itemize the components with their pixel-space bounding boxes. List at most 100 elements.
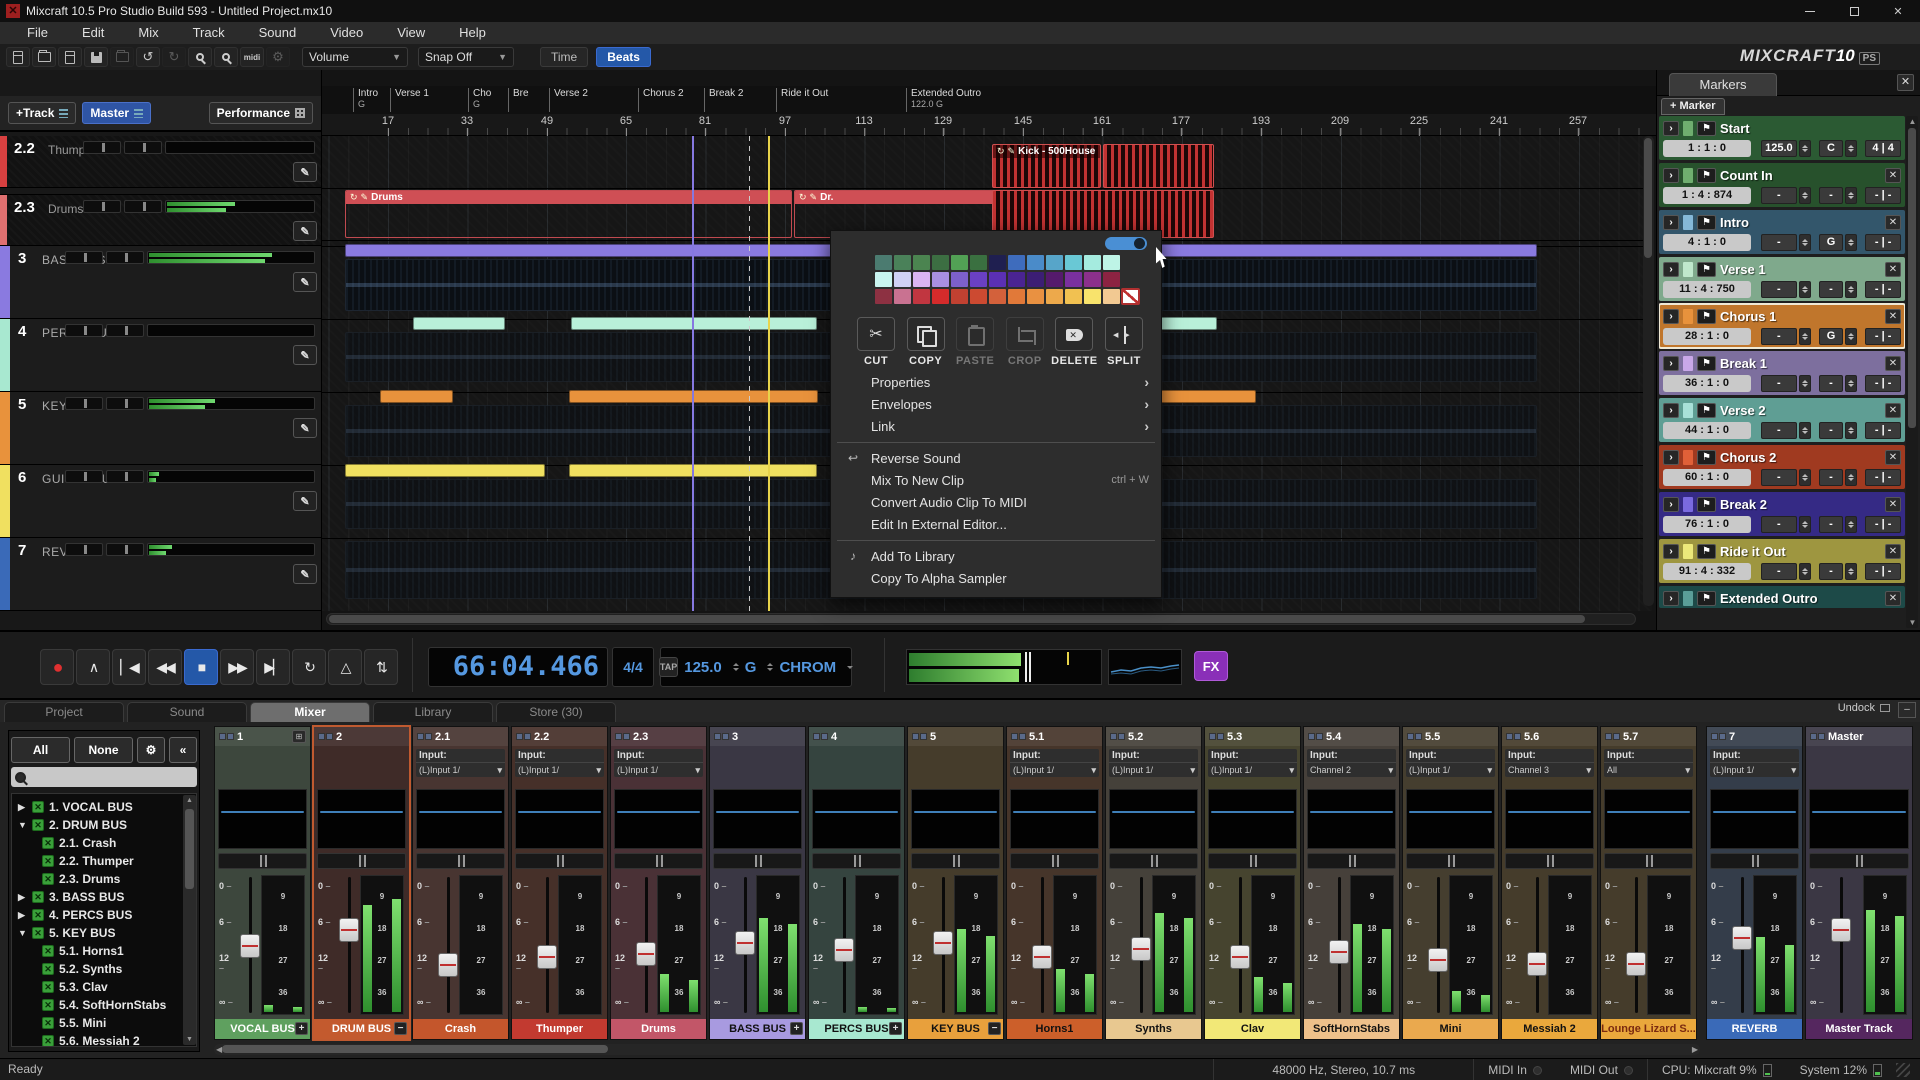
section-label[interactable]: Extended Outro122.0 G — [906, 88, 981, 112]
draw-tool-button[interactable]: ✎ — [293, 345, 317, 365]
input-select[interactable]: (L)Input 1/▾ — [515, 762, 604, 777]
tempo-spinner[interactable] — [1799, 375, 1811, 392]
width-slider[interactable] — [106, 470, 144, 483]
performance-button[interactable]: Performance — [209, 102, 313, 124]
expand-arrow-icon[interactable]: ▼ — [18, 820, 32, 830]
marker-position[interactable]: 11 : 4 : 750 — [1663, 281, 1751, 298]
marker-key[interactable]: G — [1819, 234, 1844, 251]
marker-color-chip[interactable] — [1683, 262, 1693, 277]
channel-header[interactable]: 2.1 ⊞ — [413, 727, 508, 746]
go-to-end-button[interactable]: ▶▏ — [256, 649, 290, 685]
marker-time-signature[interactable]: - | - — [1865, 281, 1901, 298]
key-spinner[interactable] — [1845, 234, 1857, 251]
channel-name[interactable]: Messiah 2 — [1502, 1019, 1597, 1039]
marker-key[interactable]: - — [1819, 422, 1844, 439]
paste-button[interactable]: PASTE — [952, 317, 998, 367]
marker-expand-button[interactable]: › — [1663, 215, 1679, 230]
channel-name[interactable]: KEY BUS− — [908, 1019, 1003, 1039]
eq-display[interactable] — [1208, 789, 1297, 849]
channel-name[interactable]: Mini — [1403, 1019, 1498, 1039]
marker-tempo[interactable]: - — [1761, 328, 1797, 345]
tempo-spinner[interactable] — [1799, 422, 1811, 439]
arrange-vertical-scrollbar[interactable] — [1643, 136, 1654, 606]
context-menu-item[interactable]: ♪ Add To Library › — [831, 545, 1161, 567]
expand-arrow-icon[interactable]: ▶ — [18, 802, 32, 813]
delete-marker-button[interactable]: ✕ — [1885, 403, 1901, 418]
color-swatch[interactable] — [875, 255, 892, 270]
volume-fader[interactable] — [1735, 877, 1749, 1013]
pan-slider[interactable] — [812, 853, 901, 869]
marker-flag-icon[interactable]: ⚑ — [1697, 215, 1716, 230]
menu-item[interactable]: File — [10, 22, 65, 44]
channel-header[interactable]: 3 ⊞ — [710, 727, 805, 746]
new-project-icon[interactable]: + — [6, 47, 30, 67]
section-label[interactable]: IntroG — [353, 88, 378, 112]
marker-expand-button[interactable]: › — [1663, 591, 1679, 606]
channel-header[interactable]: Master — [1806, 727, 1912, 746]
key-spinner[interactable] — [1845, 422, 1857, 439]
color-swatch[interactable] — [970, 289, 987, 304]
marker-tempo[interactable]: - — [1761, 234, 1797, 251]
color-swatch[interactable] — [894, 289, 911, 304]
delete-marker-button[interactable]: ✕ — [1885, 497, 1901, 512]
key-spinner[interactable] — [1845, 328, 1857, 345]
marker-name[interactable]: Verse 1 — [1720, 262, 1881, 277]
mixer-channel-strip[interactable]: 5.6 ⊞ Input: Channel 3▾ 0612∞ — [1501, 726, 1598, 1040]
marker-position[interactable]: 28 : 1 : 0 — [1663, 328, 1751, 345]
audio-clip[interactable]: ↻ ✎ — [571, 317, 817, 330]
color-swatch[interactable] — [932, 255, 949, 270]
tempo-spinner[interactable] — [1799, 328, 1811, 345]
track-tree-item[interactable]: ✕ 5.5. Mini — [12, 1014, 196, 1032]
eq-display[interactable] — [614, 789, 703, 849]
color-swatch[interactable] — [970, 272, 987, 287]
track-header[interactable]: 3 BASS BUS ✎ — [0, 246, 321, 319]
eq-display[interactable] — [515, 789, 604, 849]
add-marker-button[interactable]: + Marker — [1661, 98, 1725, 115]
marker-time-signature[interactable]: - | - — [1865, 516, 1901, 533]
time-display[interactable]: 66:04.466 — [428, 647, 608, 687]
pan-slider[interactable] — [713, 853, 802, 869]
pan-slider[interactable] — [1208, 853, 1297, 869]
section-label[interactable]: Break 2 — [704, 88, 743, 112]
marker-key[interactable]: C — [1819, 140, 1844, 157]
eq-display[interactable] — [1710, 789, 1799, 849]
master-fx-button[interactable]: FX — [1194, 651, 1228, 681]
marker-key[interactable]: - — [1819, 375, 1844, 392]
marker-expand-button[interactable]: › — [1663, 544, 1679, 559]
audio-settings-status[interactable]: 48000 Hz, Stereo, 10.7 ms — [1272, 1063, 1415, 1077]
tempo-spinner[interactable] — [1799, 516, 1811, 533]
track-tree-item[interactable]: ✕ 5.1. Horns1 — [12, 942, 196, 960]
close-panel-button[interactable]: ✕ — [1897, 74, 1914, 91]
redo-icon[interactable]: ↻ — [162, 47, 186, 67]
track-tree-item[interactable]: ✕ 2.3. Drums — [12, 870, 196, 888]
pan-slider[interactable] — [1109, 853, 1198, 869]
context-menu-item[interactable]: › — [831, 437, 1161, 447]
crop-button[interactable]: CROP — [1002, 317, 1048, 367]
color-swatch[interactable] — [1065, 255, 1082, 270]
input-select[interactable]: (L)Input 1/▾ — [1010, 762, 1099, 777]
marker-tempo[interactable]: - — [1761, 422, 1797, 439]
pan-slider[interactable] — [1406, 853, 1495, 869]
section-label[interactable]: Verse 1 — [390, 88, 429, 112]
marker-name[interactable]: Break 2 — [1720, 497, 1881, 512]
key-spinner[interactable] — [1845, 516, 1857, 533]
mixer-channel-strip[interactable]: 5 ⊞ Input: ▾ 0612∞ — [907, 726, 1004, 1040]
channel-header[interactable]: 5.2 ⊞ — [1106, 727, 1201, 746]
tree-scrollbar[interactable]: ▲▼ — [183, 795, 196, 1045]
channel-name[interactable]: DRUM BUS− — [314, 1019, 409, 1039]
tempo-spinner[interactable] — [733, 663, 739, 671]
pan-slider[interactable] — [1505, 853, 1594, 869]
mixer-channel-strip[interactable]: 2.3 ⊞ Input: (L)Input 1/▾ 0612∞ — [610, 726, 707, 1040]
marker-expand-button[interactable]: › — [1663, 450, 1679, 465]
color-swatch[interactable] — [1046, 289, 1063, 304]
pan-slider[interactable] — [218, 853, 307, 869]
color-auto-toggle[interactable] — [1105, 237, 1147, 250]
tempo-spinner[interactable] — [1799, 234, 1811, 251]
section-label[interactable]: Ride it Out — [776, 88, 828, 112]
marker-color-chip[interactable] — [1683, 309, 1693, 324]
color-swatch[interactable] — [1008, 289, 1025, 304]
marker-position[interactable]: 1 : 4 : 874 — [1663, 187, 1751, 204]
menu-item[interactable]: Help — [442, 22, 503, 44]
color-swatch[interactable] — [989, 255, 1006, 270]
color-swatch[interactable] — [989, 272, 1006, 287]
